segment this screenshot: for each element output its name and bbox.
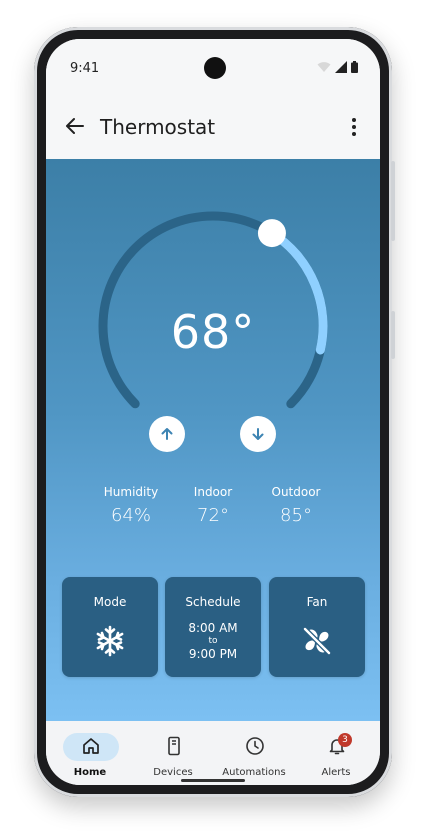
nav-label: Alerts [321,767,351,778]
schedule-label: Schedule [185,595,241,609]
wifi-icon [317,62,331,72]
more-vert-icon[interactable] [344,115,364,139]
nav-item-automations[interactable]: Automations [212,721,296,785]
nav-item-devices[interactable]: Devices [131,721,215,785]
app-bar: Thermostat [46,97,380,159]
schedule-to: to [208,636,218,646]
power-button [391,311,395,359]
home-icon [83,738,99,754]
clock-icon [246,737,264,755]
stat-value: 85° [280,505,312,526]
mode-card[interactable]: Mode [62,577,158,677]
schedule-times: 8:00 AM to 9:00 PM [165,621,261,661]
arrow-down-icon [252,428,264,440]
status-bar: 9:41 [46,39,380,97]
stat-value: 64% [110,505,151,526]
screen: 9:41 Thermostat 68° Humidity 64% Indoor … [46,39,380,785]
gesture-handle [181,779,245,782]
nav-label: Devices [153,767,193,778]
bottom-navigation: Home Devices Automations 3 Alerts [46,721,380,785]
status-time: 9:41 [70,61,100,76]
stat-label: Humidity [103,485,159,499]
fan-off-icon [302,626,332,656]
arrow-up-icon [161,428,173,440]
fan-card[interactable]: Fan [269,577,365,677]
nav-item-home[interactable]: Home [48,721,132,785]
nav-label: Automations [222,767,286,778]
stat-label: Outdoor [271,485,321,499]
decrease-temp-button[interactable] [240,416,276,452]
stat-outdoor: Outdoor 85° [251,485,341,526]
thermostat-panel: 68° Humidity 64% Indoor 72° Outdoor 85° … [46,159,380,721]
alerts-badge: 3 [338,733,352,747]
stat-humidity: Humidity 64% [86,485,176,526]
schedule-card[interactable]: Schedule 8:00 AM to 9:00 PM [165,577,261,677]
increase-temp-button[interactable] [149,416,185,452]
signal-icon [335,61,347,73]
status-icons [317,61,358,73]
page-title: Thermostat [100,115,216,139]
camera-cutout [204,57,226,79]
snowflake-icon [96,625,124,657]
stat-indoor: Indoor 72° [168,485,258,526]
schedule-start: 8:00 AM [188,621,238,635]
phone-frame: 9:41 Thermostat 68° Humidity 64% Indoor … [34,27,395,797]
volume-button [391,161,395,241]
mode-label: Mode [93,595,127,609]
nav-label: Home [73,767,107,778]
dial-knob[interactable] [257,219,286,248]
stat-label: Indoor [193,485,233,499]
schedule-end: 9:00 PM [188,647,238,661]
stat-value: 72° [197,505,229,526]
fan-label: Fan [306,595,328,609]
nav-item-alerts[interactable]: 3 Alerts [294,721,378,785]
current-temperature: 68° [170,305,256,359]
devices-icon [168,736,180,756]
back-arrow-icon[interactable] [64,115,86,137]
battery-icon [351,61,358,73]
